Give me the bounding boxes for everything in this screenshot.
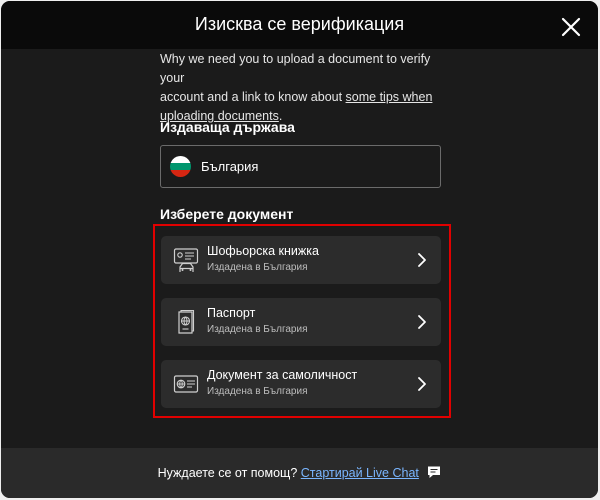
passport-icon <box>178 309 195 334</box>
flag-stripe-red <box>170 170 191 177</box>
issuing-country-label: Издаваща държава <box>160 119 295 135</box>
flag-stripe-white <box>170 156 191 163</box>
help-row: Нуждаете се от помощ? Стартирай Live Cha… <box>1 465 598 480</box>
modal-footer: Нуждаете се от помощ? Стартирай Live Cha… <box>1 448 598 498</box>
close-button[interactable] <box>559 15 583 39</box>
live-chat-link[interactable]: Стартирай Live Chat <box>301 466 419 480</box>
help-text: Нуждаете се от помощ? <box>157 466 298 480</box>
intro-line-2-prefix: account and a link to know about <box>160 90 346 104</box>
modal-title: Изисква се верификация <box>194 14 405 34</box>
choose-document-label: Изберете документ <box>160 206 294 222</box>
modal-header: Изисква се верификация <box>1 1 598 49</box>
intro-text: Why we need you to upload a document to … <box>160 50 450 126</box>
chat-bubble-icon[interactable] <box>427 465 441 479</box>
flag-stripe-green <box>170 163 191 170</box>
driver-license-icon <box>173 248 199 272</box>
document-title: Шофьорска книжка <box>207 244 319 258</box>
document-option-passport[interactable]: Паспорт Издадена в България <box>161 298 441 346</box>
chevron-right-icon <box>418 315 426 329</box>
country-value: България <box>201 159 259 174</box>
document-subtitle: Издадена в България <box>207 262 308 273</box>
close-icon[interactable] <box>559 15 583 39</box>
id-card-icon <box>173 375 199 393</box>
country-select[interactable]: България <box>160 145 441 188</box>
tips-link[interactable]: some tips when <box>346 90 433 104</box>
document-subtitle: Издадена в България <box>207 324 308 335</box>
verification-modal: Изисква се верификация Why we need you t… <box>1 1 598 498</box>
document-title: Паспорт <box>207 306 256 320</box>
document-subtitle: Издадена в България <box>207 386 308 397</box>
chevron-right-icon <box>418 377 426 391</box>
chevron-right-icon <box>418 253 426 267</box>
document-option-id-card[interactable]: Документ за самоличност Издадена в Бълга… <box>161 360 441 408</box>
document-title: Документ за самоличност <box>207 368 358 382</box>
document-option-driver-license[interactable]: Шофьорска книжка Издадена в България <box>161 236 441 284</box>
bulgaria-flag-icon <box>170 156 191 177</box>
intro-line-1: Why we need you to upload a document to … <box>160 52 431 85</box>
